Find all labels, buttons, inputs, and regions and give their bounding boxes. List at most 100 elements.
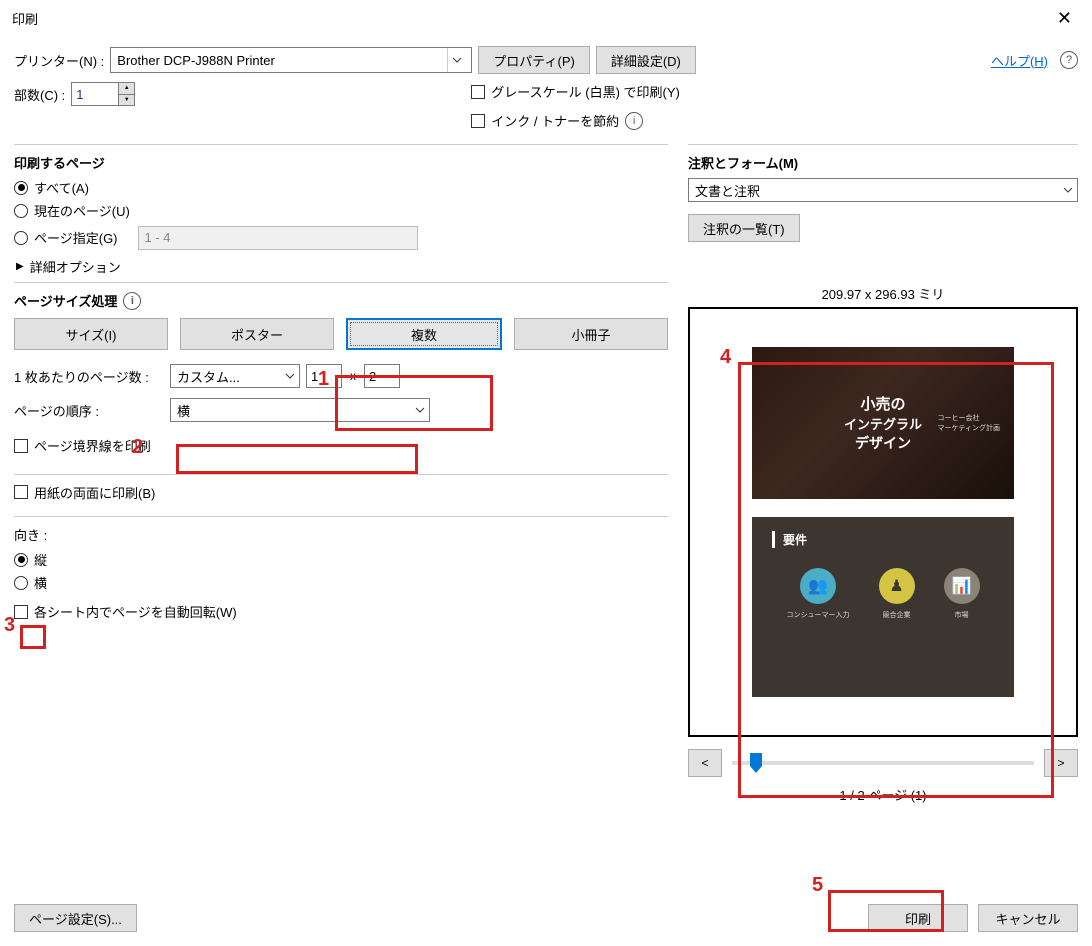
save-ink-label: インク / トナーを節約 [491, 111, 619, 130]
ink-info-icon[interactable]: i [625, 112, 643, 130]
annotation-number-1: 1 [318, 368, 329, 391]
custom-rows-input[interactable] [364, 364, 400, 388]
radio-range-label: ページ指定(G) [34, 228, 118, 247]
checkbox-icon [14, 605, 28, 619]
cancel-button[interactable]: キャンセル [978, 904, 1078, 932]
slide1-sub1: コーヒー会社 [938, 413, 1000, 423]
tab-size[interactable]: サイズ(I) [14, 318, 168, 350]
print-button[interactable]: 印刷 [868, 904, 968, 932]
properties-button[interactable]: プロパティ(P) [478, 46, 590, 74]
page-indicator: 1 / 2 ページ (1) [688, 785, 1078, 804]
printer-label: プリンター(N) : [14, 51, 104, 70]
radio-icon [14, 576, 28, 590]
advanced-settings-button[interactable]: 詳細設定(D) [596, 46, 696, 74]
size-info-icon[interactable]: i [123, 292, 141, 310]
grayscale-checkbox[interactable]: グレースケール (白黒) で印刷(Y) [471, 82, 680, 101]
slider-thumb-icon[interactable] [750, 753, 762, 773]
radio-icon [14, 181, 28, 195]
annotations-value: 文書と注釈 [689, 181, 1059, 200]
radio-all-label: すべて(A) [34, 178, 89, 197]
checkbox-icon [471, 114, 485, 128]
checkbox-icon [471, 85, 485, 99]
window-title: 印刷 [12, 9, 38, 28]
copies-stepper[interactable]: ▲ ▼ [71, 82, 135, 106]
page-order-label: ページの順序 : [14, 401, 164, 420]
orientation-label: 向き : [14, 525, 668, 544]
tab-poster[interactable]: ポスター [180, 318, 334, 350]
duplex-checkbox[interactable]: 用紙の両面に印刷(B) [14, 483, 155, 502]
annotation-number-3: 3 [4, 614, 15, 637]
copies-input[interactable] [72, 83, 118, 105]
page-setup-button[interactable]: ページ設定(S)... [14, 904, 137, 932]
annotations-list-button[interactable]: 注釈の一覧(T) [688, 214, 800, 242]
page-order-select[interactable]: 横 [170, 398, 430, 422]
close-icon[interactable]: ✕ [1049, 8, 1080, 29]
radio-icon [14, 553, 28, 567]
chevron-down-icon [411, 399, 429, 421]
preview-slide-2: 要件 👥 コンシューマー入力 ♟ 競合企業 📊 [752, 517, 1014, 697]
radio-landscape-label: 横 [34, 573, 47, 592]
annotation-number-5: 5 [812, 874, 823, 897]
duplex-label: 用紙の両面に印刷(B) [34, 483, 155, 502]
radio-portrait[interactable]: 縦 [14, 550, 668, 569]
page-order-value: 横 [171, 401, 411, 420]
x-separator: x [348, 369, 358, 383]
annotations-section-title: 注釈とフォーム(M) [688, 153, 1078, 172]
preview-page: 小売の インテグラル デザイン コーヒー会社 マーケティング計画 要件 [738, 317, 1028, 727]
slide1-line3: デザイン [844, 433, 922, 453]
chevron-down-icon [1059, 179, 1077, 201]
print-border-checkbox[interactable]: ページ境界線を印刷 [14, 436, 151, 455]
slide1-sub2: マーケティング計画 [938, 423, 1000, 433]
copies-down-icon[interactable]: ▼ [118, 95, 134, 106]
preview-dimensions: 209.97 x 296.93 ミリ [688, 284, 1078, 303]
auto-rotate-label: 各シート内でページを自動回転(W) [34, 602, 237, 621]
radio-all-pages[interactable]: すべて(A) [14, 178, 668, 197]
help-link[interactable]: ヘルプ(H) [991, 51, 1048, 70]
printer-select[interactable]: Brother DCP-J988N Printer [110, 47, 472, 73]
radio-current-label: 現在のページ(U) [34, 201, 130, 220]
radio-icon [14, 231, 28, 245]
grayscale-label: グレースケール (白黒) で印刷(Y) [491, 82, 680, 101]
annotations-select[interactable]: 文書と注釈 [688, 178, 1078, 202]
advanced-options-label: 詳細オプション [30, 257, 121, 276]
slide2-item2-label: 競合企業 [883, 610, 911, 620]
printer-value: Brother DCP-J988N Printer [117, 53, 447, 68]
checkbox-icon [14, 439, 28, 453]
slide2-item1-label: コンシューマー入力 [787, 610, 850, 620]
tab-booklet[interactable]: 小冊子 [514, 318, 668, 350]
pages-per-sheet-label: 1 枚あたりのページ数 : [14, 367, 164, 386]
slide1-line2: インテグラル [844, 414, 922, 433]
print-preview: 小売の インテグラル デザイン コーヒー会社 マーケティング計画 要件 [688, 307, 1078, 737]
auto-rotate-checkbox[interactable]: 各シート内でページを自動回転(W) [14, 602, 237, 621]
annotation-number-4: 4 [720, 346, 731, 369]
preview-slider[interactable] [732, 761, 1034, 765]
radio-page-range[interactable]: ページ指定(G) [14, 228, 118, 247]
size-handling-title: ページサイズ処理 i [14, 291, 668, 310]
pages-per-sheet-select[interactable]: カスタム... [170, 364, 300, 388]
chart-icon: 📊 [944, 568, 980, 604]
slide2-header: 要件 [772, 531, 994, 548]
copies-label: 部数(C) : [14, 85, 65, 104]
radio-icon [14, 204, 28, 218]
advanced-options-toggle[interactable]: ▶ 詳細オプション [16, 257, 666, 276]
slide1-line1: 小売の [844, 393, 922, 414]
copies-up-icon[interactable]: ▲ [118, 83, 134, 95]
chevron-down-icon [281, 365, 299, 387]
slide2-item3-label: 市場 [955, 610, 969, 620]
radio-current-page[interactable]: 現在のページ(U) [14, 201, 668, 220]
chevron-down-icon [447, 48, 465, 72]
preview-prev-button[interactable]: < [688, 749, 722, 777]
radio-landscape[interactable]: 横 [14, 573, 668, 592]
tab-multiple[interactable]: 複数 [346, 318, 502, 350]
pages-section-title: 印刷するページ [14, 153, 668, 172]
save-ink-checkbox[interactable]: インク / トナーを節約 [471, 111, 619, 130]
annotation-number-2: 2 [132, 436, 143, 459]
radio-portrait-label: 縦 [34, 550, 47, 569]
pages-per-sheet-value: カスタム... [171, 367, 281, 386]
help-info-icon[interactable]: ? [1060, 51, 1078, 69]
triangle-right-icon: ▶ [16, 261, 24, 272]
competitor-icon: ♟ [879, 568, 915, 604]
preview-next-button[interactable]: > [1044, 749, 1078, 777]
people-icon: 👥 [800, 568, 836, 604]
checkbox-icon [14, 485, 28, 499]
